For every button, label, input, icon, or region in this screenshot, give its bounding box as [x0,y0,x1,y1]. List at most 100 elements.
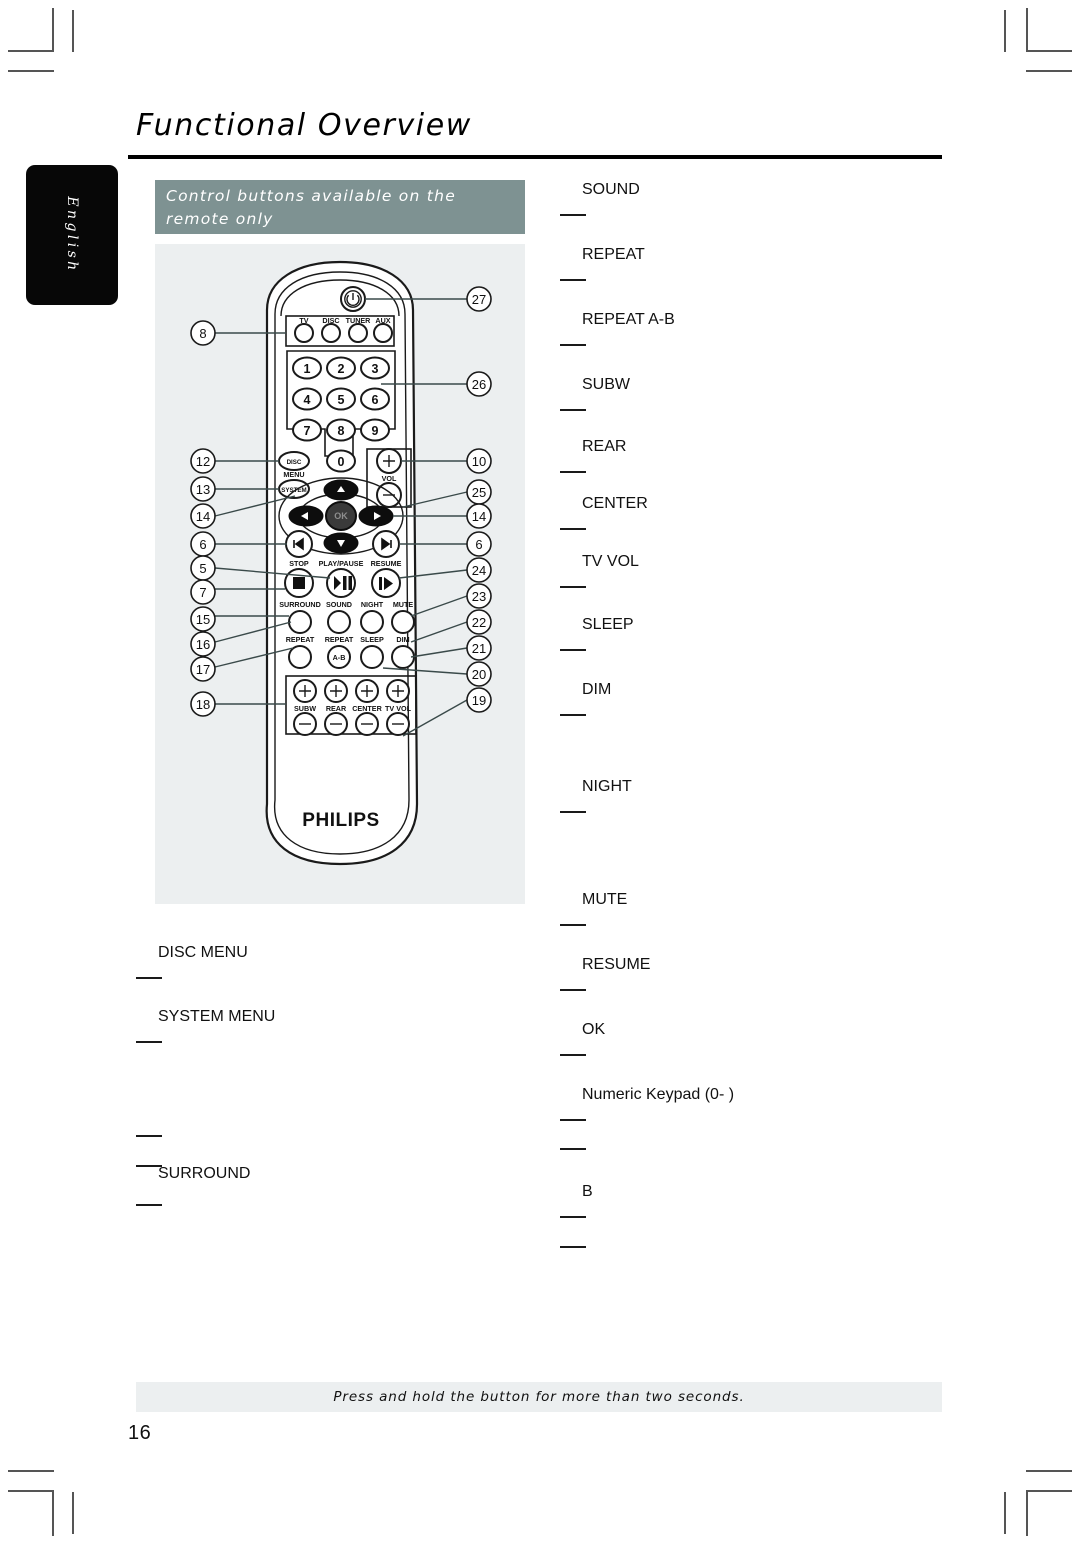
svg-text:PLAY/PAUSE: PLAY/PAUSE [319,559,364,568]
svg-text:5: 5 [199,561,206,576]
crop-mark-top-right-h2 [1026,70,1072,72]
leader-dash [560,714,586,716]
right-column-item-label: OK [582,1021,606,1038]
crop-mark-top-right-h [1026,50,1072,52]
svg-text:5: 5 [338,393,345,407]
svg-text:DISC: DISC [322,316,339,325]
leader-dash [136,1135,162,1137]
svg-text:13: 13 [196,482,210,497]
remote-control-diagram: .bodyln{fill:#ffffff;stroke:#1a1a1a;stro… [190,260,492,866]
right-column-item-label: B [582,1183,593,1200]
svg-text:22: 22 [472,615,486,630]
crop-mark-bottom-right-v2 [1004,1492,1006,1534]
crop-mark-top-left-h [8,50,54,52]
right-column-item-label: REPEAT A-B [582,311,675,328]
right-column-item-label: REPEAT [582,246,645,263]
svg-text:TUNER: TUNER [346,316,372,325]
right-column-item-label: Numeric Keypad (0- ) [582,1086,735,1103]
svg-text:14: 14 [472,509,486,524]
right-column-item-label: SOUND [582,181,640,198]
leader-dash [560,409,586,411]
crop-mark-bottom-left-v [52,1492,54,1536]
svg-text:SURROUND: SURROUND [279,600,321,609]
svg-text:23: 23 [472,589,486,604]
footnote-text: Press and hold the button for more than … [333,1389,745,1405]
svg-text:18: 18 [196,697,210,712]
svg-text:10: 10 [472,454,486,469]
svg-text:SOUND: SOUND [326,600,352,609]
page-title: Functional Overview [136,108,472,143]
left-column-item-label: SYSTEM MENU [158,1008,276,1025]
svg-text:6: 6 [372,393,379,407]
svg-text:14: 14 [196,509,210,524]
leader-dash [560,1054,586,1056]
left-column-item-label: DISC MENU [158,944,248,961]
svg-text:DISC: DISC [287,459,302,466]
crop-mark-top-left-v2 [72,10,74,52]
svg-text:24: 24 [472,563,486,578]
leader-dash [560,1246,586,1248]
leader-dash [560,471,586,473]
crop-mark-bottom-right-h [1026,1490,1072,1492]
svg-text:REAR: REAR [326,704,347,713]
svg-text:REPEAT: REPEAT [325,635,354,644]
remote-control-figure: .bodyln{fill:#ffffff;stroke:#1a1a1a;stro… [155,244,525,904]
right-column-item-label: SLEEP [582,616,634,633]
svg-text:6: 6 [475,537,482,552]
crop-mark-bottom-left-h2 [8,1470,54,1472]
crop-mark-bottom-right-h2 [1026,1470,1072,1472]
right-column-item-label: MUTE [582,891,628,908]
svg-text:7: 7 [304,424,311,438]
language-tab-label: English [64,196,80,274]
right-column-item-label: REAR [582,438,627,455]
figure-caption-line1: Control buttons available on the [166,187,456,205]
svg-text:20: 20 [472,667,486,682]
svg-text:8: 8 [199,326,206,341]
svg-text:STOP: STOP [289,559,309,568]
crop-mark-bottom-left-h [8,1490,54,1492]
leader-dash [560,1119,586,1121]
figure-caption-line2: remote only [166,210,274,228]
figure-caption-bar: Control buttons available on the remote … [155,180,525,234]
leader-dash [560,528,586,530]
leader-dash [560,344,586,346]
leader-dash [560,214,586,216]
svg-text:16: 16 [196,637,210,652]
svg-text:21: 21 [472,641,486,656]
svg-text:12: 12 [196,454,210,469]
svg-text:25: 25 [472,485,486,500]
svg-text:26: 26 [472,377,486,392]
page-number: 16 [128,1422,152,1444]
svg-text:3: 3 [372,362,379,376]
right-column-item-label: DIM [582,681,612,698]
svg-text:A-B: A-B [333,653,346,662]
leader-dash [560,1148,586,1150]
leader-dash [136,1041,162,1043]
title-divider [128,155,942,159]
right-column-item-label: RESUME [582,956,651,973]
svg-text:8: 8 [338,424,345,438]
svg-text:MENU: MENU [283,470,304,479]
svg-text:TV: TV [299,316,308,325]
leader-dash [560,1216,586,1218]
svg-text:2: 2 [338,362,345,376]
svg-text:6: 6 [199,537,206,552]
svg-text:VOL: VOL [382,474,397,483]
svg-text:0: 0 [338,455,345,469]
svg-text:19: 19 [472,693,486,708]
crop-mark-top-left-h2 [8,70,54,72]
svg-text:SUBW: SUBW [294,704,316,713]
language-tab-english: English [26,165,118,305]
right-column-item-label: CENTER [582,495,648,512]
svg-text:27: 27 [472,292,486,307]
crop-mark-bottom-right-v [1026,1492,1028,1536]
right-column-item-label: TV VOL [582,553,639,570]
svg-text:4: 4 [304,393,311,407]
svg-text:NIGHT: NIGHT [361,600,384,609]
svg-text:1: 1 [304,362,311,376]
svg-text:PHILIPS: PHILIPS [302,810,379,831]
leader-dash [560,989,586,991]
svg-text:REPEAT: REPEAT [286,635,315,644]
right-column-item-label: NIGHT [582,778,632,795]
svg-text:DIM: DIM [396,635,409,644]
